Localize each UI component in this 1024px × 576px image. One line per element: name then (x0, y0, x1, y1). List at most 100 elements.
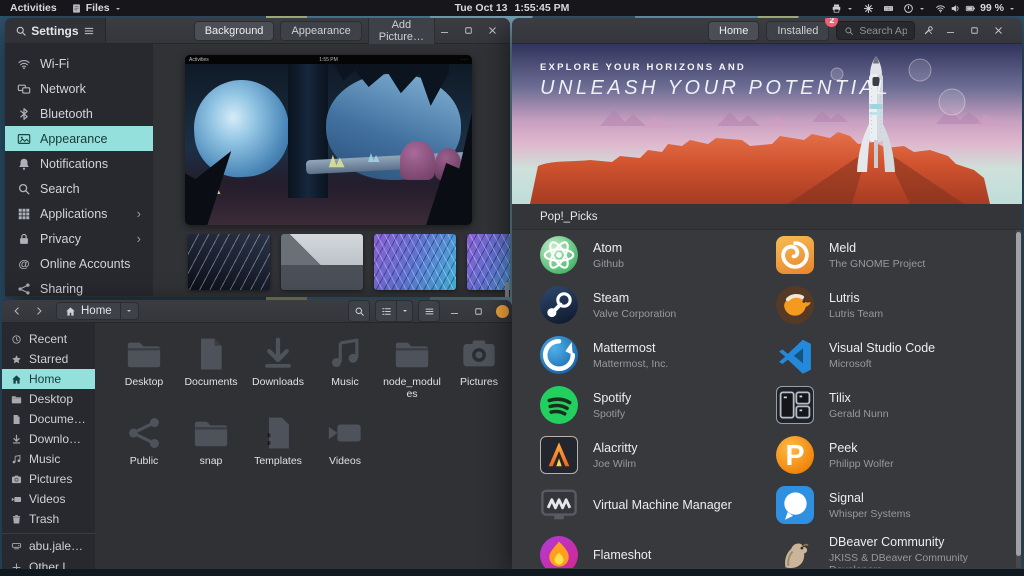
files-sidebar-item[interactable]: Pictures (2, 469, 95, 489)
file-item-label: Desktop (125, 376, 164, 388)
back-button[interactable] (8, 302, 26, 320)
minimize-button[interactable] (445, 302, 464, 321)
file-item[interactable]: Public (111, 414, 177, 467)
settings-sidebar-item[interactable]: Applications › (5, 201, 153, 226)
file-item[interactable]: Pictures (446, 335, 512, 400)
files-sidebar-item[interactable]: Starred (2, 349, 95, 369)
settings-sidebar-item[interactable]: Network (5, 76, 153, 101)
background-panel: Activities 1:55 PM ··· (153, 44, 510, 296)
app-row[interactable]: DBeaver Community JKISS & DBeaver Commun… (776, 530, 1012, 568)
wallpaper-thumb-mountains[interactable] (281, 234, 363, 290)
settings-sidebar-item[interactable]: Search (5, 176, 153, 201)
caret-down-icon (918, 4, 926, 12)
preview-clock: 1:55 PM (319, 57, 338, 63)
app-row[interactable]: Flameshot (540, 530, 776, 568)
file-item[interactable]: snap (178, 414, 244, 467)
forward-button[interactable] (30, 302, 48, 320)
view-list-icon (381, 306, 392, 317)
files-sidebar-item[interactable]: Music (2, 449, 95, 469)
app-menu[interactable]: Files (71, 0, 122, 16)
files-sidebar-item[interactable]: abu.jaleel30@gm… (2, 533, 95, 557)
file-item[interactable]: Desktop (111, 335, 177, 400)
app-name: Virtual Machine Manager (593, 498, 732, 512)
minimize-button[interactable] (941, 21, 960, 40)
app-row[interactable]: Signal Whisper Systems (776, 480, 1012, 530)
menu-button[interactable] (418, 300, 440, 322)
search-field[interactable] (836, 21, 915, 40)
settings-tab[interactable]: Add Picture… (368, 18, 435, 47)
view-toggle-button[interactable] (375, 300, 397, 322)
menu-button[interactable] (80, 21, 99, 40)
keyboard-icon[interactable] (883, 3, 894, 14)
video-icon (11, 494, 22, 505)
path-button[interactable]: Home (57, 305, 120, 317)
activities-button[interactable]: Activities (10, 0, 57, 16)
app-row[interactable]: Lutris Lutris Team (776, 280, 1012, 330)
download-icon (11, 434, 22, 445)
file-item[interactable]: Documents (178, 335, 244, 400)
app-row[interactable]: Visual Studio Code Microsoft (776, 330, 1012, 380)
folder-icon (122, 335, 166, 373)
shop-nav-button[interactable]: Installed (766, 21, 829, 41)
scrollbar[interactable] (1016, 230, 1021, 568)
file-item[interactable]: Music (312, 335, 378, 400)
file-item[interactable]: Templates (245, 414, 311, 467)
view-options-button[interactable] (397, 300, 413, 322)
settings-sidebar-item[interactable]: @ Online Accounts (5, 251, 153, 276)
files-sidebar-item[interactable]: Trash (2, 509, 95, 529)
search-input[interactable] (859, 25, 907, 37)
home-icon (65, 306, 76, 317)
files-sidebar-item[interactable]: Documents (2, 409, 95, 429)
scrollbar-thumb[interactable] (1016, 232, 1021, 556)
settings-scrollbar[interactable] (505, 282, 509, 297)
settings-tab[interactable]: Background (194, 21, 275, 41)
updates-tools-button[interactable] (922, 21, 934, 40)
app-row[interactable]: P Peek Philipp Wolfer (776, 430, 1012, 480)
app-row[interactable]: Tilix Gerald Nunn (776, 380, 1012, 430)
files-sidebar-item[interactable]: Home (2, 369, 95, 389)
file-item[interactable]: Downloads (245, 335, 311, 400)
wallpaper-thumb-startrails[interactable] (188, 234, 270, 290)
search-button[interactable] (348, 300, 370, 322)
maximize-button[interactable] (965, 21, 984, 40)
file-item[interactable]: Videos (312, 414, 378, 467)
settings-sidebar-item[interactable]: Sharing (5, 276, 153, 296)
clock[interactable]: Tue Oct 13 1:55:45 PM (455, 2, 570, 14)
file-item[interactable]: node_modules (379, 335, 445, 400)
status-cluster[interactable]: 99 % (935, 0, 1016, 16)
files-app-icon (71, 3, 82, 14)
close-button[interactable] (496, 305, 509, 318)
settings-sidebar-item[interactable]: Notifications (5, 151, 153, 176)
settings-tab[interactable]: Appearance (280, 21, 361, 41)
shop-nav-button[interactable]: Home (708, 21, 759, 41)
maximize-button[interactable] (469, 302, 488, 321)
settings-sidebar-item[interactable]: Wi-Fi (5, 51, 153, 76)
app-row[interactable]: Virtual Machine Manager (540, 480, 776, 530)
app-row[interactable]: Mattermost Mattermost, Inc. (540, 330, 776, 380)
search-button[interactable] (11, 21, 30, 40)
file-item-label: snap (200, 455, 223, 467)
close-button[interactable] (989, 21, 1008, 40)
app-developer: Valve Corporation (593, 308, 676, 320)
maximize-button[interactable] (459, 21, 478, 40)
settings-sidebar-item[interactable]: Privacy › (5, 226, 153, 251)
wallpaper-thumb-partial[interactable] (467, 234, 510, 290)
printer-tray-button[interactable] (831, 0, 854, 16)
app-row[interactable]: Spotify Spotify (540, 380, 776, 430)
files-sidebar-item[interactable]: Videos (2, 489, 95, 509)
files-sidebar-item[interactable]: Desktop (2, 389, 95, 409)
settings-sidebar-item[interactable]: Bluetooth (5, 101, 153, 126)
app-row[interactable]: Atom Github (540, 230, 776, 280)
app-row[interactable]: Meld The GNOME Project (776, 230, 1012, 280)
settings-tray-icon[interactable] (863, 3, 874, 14)
system-menu-button[interactable] (903, 0, 926, 16)
wallpaper-thumb-honeycomb[interactable] (374, 234, 456, 290)
close-button[interactable] (483, 21, 502, 40)
settings-sidebar-item[interactable]: Appearance (5, 126, 153, 151)
app-row[interactable]: Steam Valve Corporation (540, 280, 776, 330)
app-row[interactable]: Alacritty Joe Wilm (540, 430, 776, 480)
files-sidebar-item[interactable]: Downloads (2, 429, 95, 449)
path-dropdown-button[interactable] (120, 303, 138, 319)
minimize-button[interactable] (435, 21, 454, 40)
files-sidebar-item[interactable]: Recent (2, 329, 95, 349)
